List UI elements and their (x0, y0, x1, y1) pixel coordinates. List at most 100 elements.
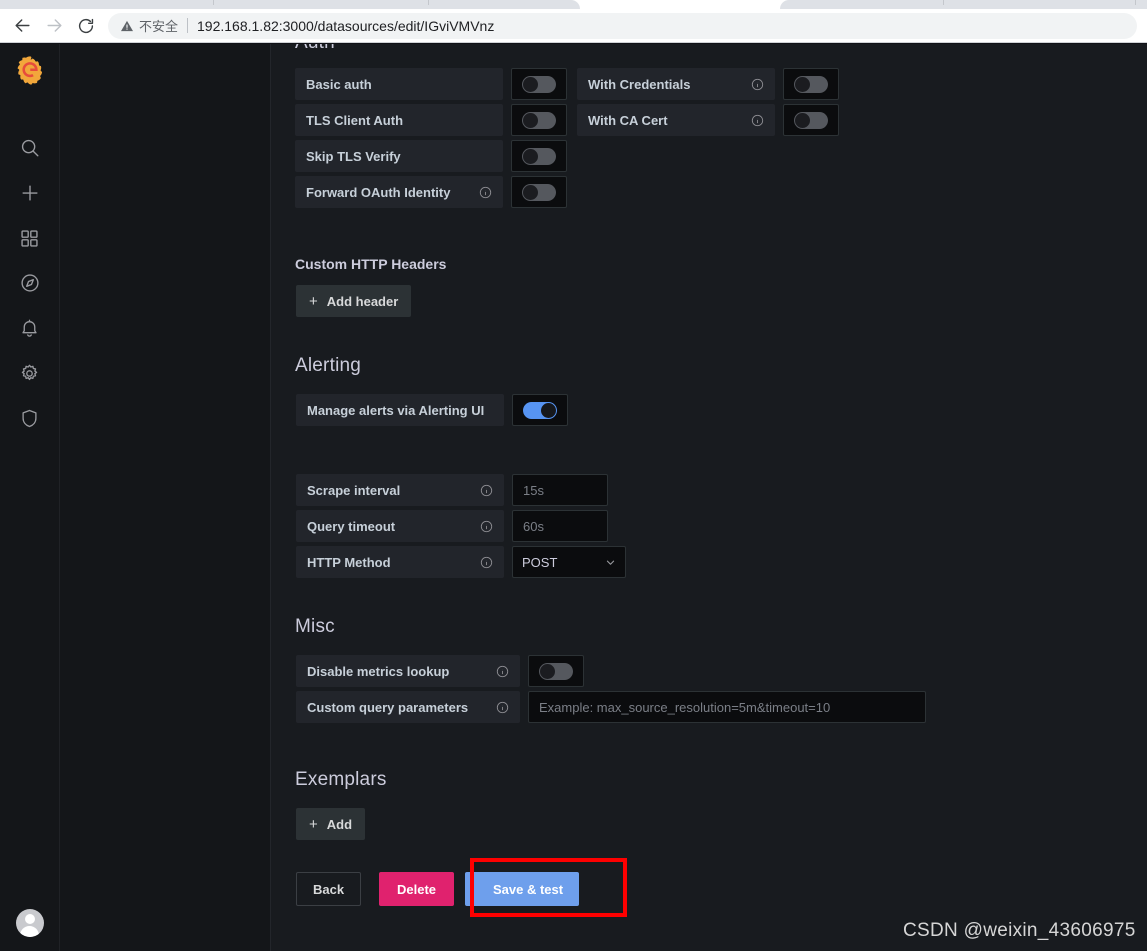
info-icon[interactable] (496, 665, 509, 678)
warning-triangle-icon (120, 19, 134, 33)
auth-section: Basic auth With Credentials TLS Client A… (295, 68, 839, 212)
with-credentials-label: With Credentials (577, 68, 775, 100)
add-exemplar-label: Add (326, 816, 353, 832)
watermark-text: CSDN @weixin_43606975 (903, 920, 1136, 941)
alerting-row-manage-alerts: Manage alerts via Alerting UI (296, 394, 568, 426)
custom-query-parameters-label: Custom query parameters (296, 691, 520, 723)
sidebar-item-search[interactable] (8, 126, 52, 170)
browser-tab-inactive-1[interactable] (0, 0, 580, 9)
row-http-method: HTTP Method POST (296, 546, 626, 578)
row-query-timeout: Query timeout 60s (296, 510, 626, 542)
forward-oauth-identity-toggle[interactable] (511, 176, 567, 208)
reload-icon[interactable] (70, 10, 102, 42)
switch-track (523, 401, 557, 419)
info-icon[interactable] (496, 701, 509, 714)
custom-http-headers-title: Custom HTTP Headers (295, 256, 447, 272)
page-gutter (60, 44, 270, 951)
plus-icon: + (309, 292, 318, 310)
intervals-section: Scrape interval 15s Query timeout 60s HT… (296, 474, 626, 582)
skip-tls-verify-toggle[interactable] (511, 140, 567, 172)
back-button[interactable]: Back (296, 872, 362, 906)
query-timeout-input[interactable]: 60s (512, 510, 608, 542)
grafana-logo-icon[interactable] (14, 54, 46, 86)
back-icon[interactable] (6, 10, 38, 42)
info-icon[interactable] (480, 520, 493, 533)
user-avatar[interactable] (15, 909, 44, 937)
grafana-app: Auth Basic auth With Credentials (0, 44, 1147, 951)
tab-divider (428, 0, 429, 5)
basic-auth-toggle[interactable] (511, 68, 567, 100)
delete-button[interactable]: Delete (379, 872, 455, 906)
switch-knob (540, 663, 555, 679)
omnibox-separator (187, 18, 189, 33)
url-text: 192.168.1.82:3000/datasources/edit/IGviV… (197, 17, 495, 34)
switch-knob (523, 184, 538, 200)
switch-track (539, 662, 573, 680)
tab-divider (1135, 0, 1136, 5)
add-exemplar-button[interactable]: + Add (296, 808, 366, 840)
sidebar-item-create[interactable] (8, 171, 52, 215)
tls-client-auth-label: TLS Client Auth (295, 104, 503, 136)
info-icon[interactable] (751, 78, 764, 91)
disable-metrics-lookup-toggle[interactable] (528, 655, 584, 687)
switch-knob (523, 76, 538, 92)
plus-icon: + (309, 815, 318, 833)
row-custom-query-parameters: Custom query parameters Example: max_sou… (296, 691, 926, 723)
sidebar (0, 44, 60, 951)
address-bar[interactable]: 不安全 192.168.1.82:3000/datasources/edit/I… (108, 12, 1137, 39)
sidebar-item-configuration[interactable] (8, 351, 52, 395)
switch-track (522, 111, 556, 129)
manage-alerts-label: Manage alerts via Alerting UI (296, 394, 504, 426)
add-header-button[interactable]: + Add header (296, 285, 412, 317)
with-ca-cert-toggle[interactable] (783, 104, 839, 136)
browser-tab-active[interactable] (614, 0, 784, 9)
switch-track (522, 147, 556, 165)
switch-track (794, 111, 828, 129)
http-method-value: POST (522, 554, 558, 570)
add-header-label: Add header (326, 293, 399, 309)
info-icon[interactable] (479, 186, 492, 199)
sidebar-item-server-admin[interactable] (8, 396, 52, 440)
tls-client-auth-toggle[interactable] (511, 104, 567, 136)
manage-alerts-toggle[interactable] (512, 394, 568, 426)
sidebar-item-explore[interactable] (8, 261, 52, 305)
chevron-down-icon (605, 557, 616, 568)
exemplars-section-title: Exemplars (295, 769, 387, 790)
with-credentials-toggle[interactable] (783, 68, 839, 100)
info-icon[interactable] (751, 114, 764, 127)
auth-row-tls-client-auth: TLS Client Auth With CA Cert (295, 104, 839, 136)
switch-knob (523, 112, 538, 128)
switch-knob (541, 402, 556, 418)
basic-auth-label: Basic auth (295, 68, 503, 100)
switch-track (522, 183, 556, 201)
http-method-select[interactable]: POST (512, 546, 626, 578)
misc-section-title: Misc (295, 616, 335, 637)
datasource-settings-page: Auth Basic auth With Credentials (270, 44, 1147, 951)
custom-query-parameters-input[interactable]: Example: max_source_resolution=5m&timeou… (528, 691, 926, 723)
scrape-interval-label: Scrape interval (296, 474, 504, 506)
row-disable-metrics-lookup: Disable metrics lookup (296, 655, 926, 687)
alerting-section-title: Alerting (295, 355, 362, 376)
switch-track (522, 75, 556, 93)
info-icon[interactable] (480, 556, 493, 569)
misc-section: Disable metrics lookup Custom query para… (296, 655, 926, 727)
row-scrape-interval: Scrape interval 15s (296, 474, 626, 506)
sidebar-item-dashboards[interactable] (8, 216, 52, 260)
auth-row-forward-oauth-identity: Forward OAuth Identity (295, 176, 839, 208)
tab-divider (943, 0, 944, 5)
switch-knob (795, 76, 810, 92)
browser-tab-strip (0, 0, 1147, 9)
info-icon[interactable] (480, 484, 493, 497)
scrape-interval-input[interactable]: 15s (512, 474, 608, 506)
http-method-label: HTTP Method (296, 546, 504, 578)
sidebar-item-alerting[interactable] (8, 306, 52, 350)
save-and-test-button[interactable]: Save & test (477, 872, 580, 906)
switch-knob (795, 112, 810, 128)
forward-icon (38, 10, 70, 42)
auth-row-basic-auth: Basic auth With Credentials (295, 68, 839, 100)
browser-toolbar: 不安全 192.168.1.82:3000/datasources/edit/I… (0, 9, 1147, 43)
query-timeout-label: Query timeout (296, 510, 504, 542)
tab-divider (213, 0, 214, 5)
browser-tab-inactive-2[interactable] (780, 0, 1147, 9)
switch-knob (523, 148, 538, 164)
